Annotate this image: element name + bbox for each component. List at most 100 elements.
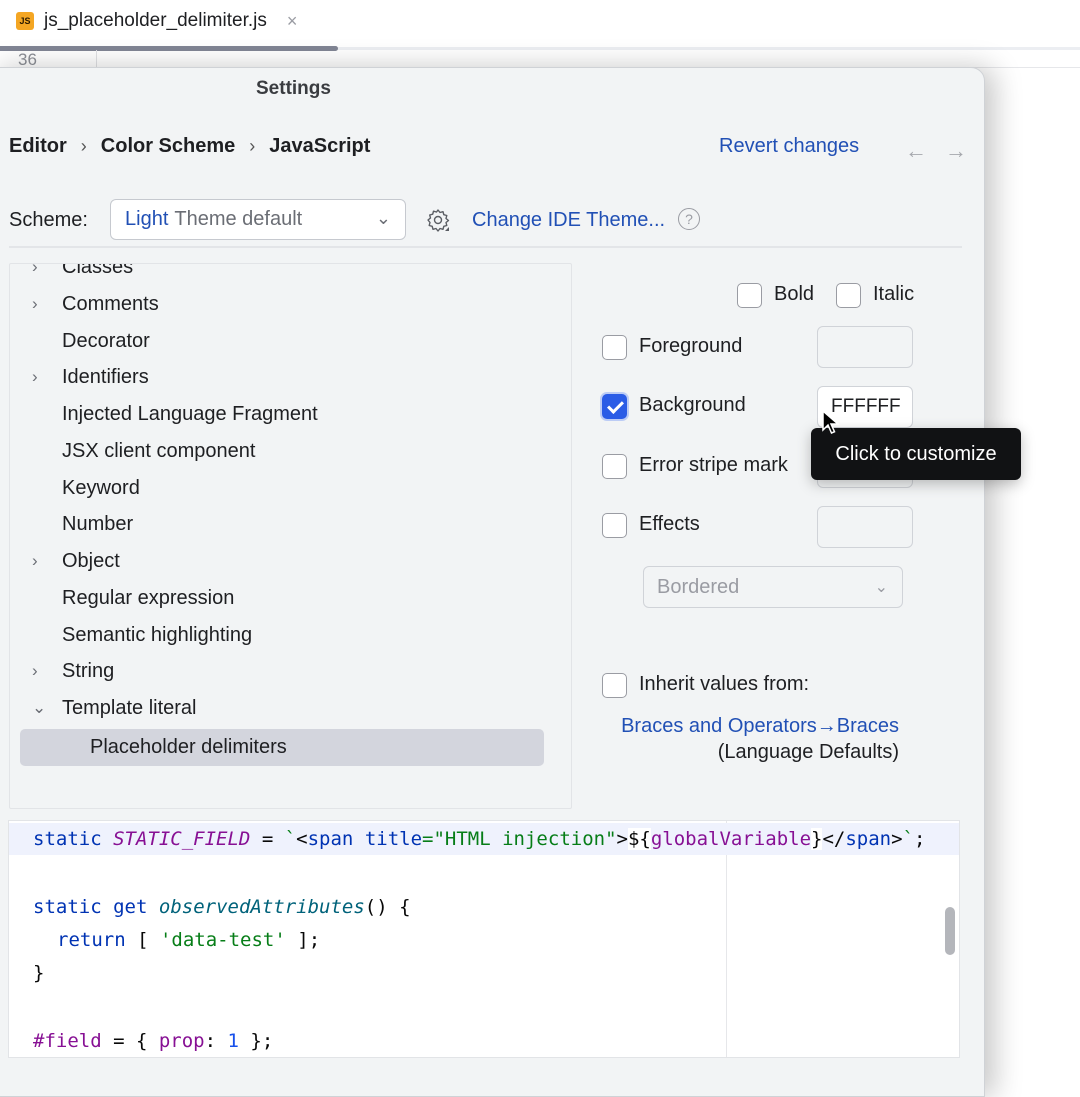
- code-token: static: [33, 828, 102, 850]
- tree-item-label: Comments: [62, 292, 159, 315]
- tree-item-label: Injected Language Fragment: [62, 402, 318, 425]
- code-token: span: [845, 828, 892, 850]
- editor-tab[interactable]: JS js_placeholder_delimiter.js ×: [16, 8, 297, 34]
- attribute-options-panel: Bold Italic Foreground Background FFFFFF…: [571, 263, 981, 823]
- gear-icon[interactable]: [425, 207, 451, 233]
- tree-item-comments[interactable]: › Comments: [10, 289, 571, 319]
- code-token: =: [250, 828, 285, 850]
- code-token: <: [296, 828, 308, 850]
- bold-label: Bold: [774, 283, 815, 305]
- tree-item-placeholder-delimiters[interactable]: Placeholder delimiters: [20, 729, 544, 766]
- code-token: "HTML injection": [433, 828, 617, 850]
- code-token: return: [57, 929, 126, 951]
- bold-checkbox[interactable]: [737, 283, 762, 308]
- code-line: static STATIC_FIELD = ` < span title = "HTML…: [9, 823, 959, 855]
- foreground-color-field[interactable]: [817, 326, 913, 368]
- code-token: STATIC_FIELD: [113, 828, 251, 850]
- error-stripe-label: Error stripe mark: [639, 454, 788, 476]
- tree-item-label: Classes: [62, 263, 134, 278]
- code-preview[interactable]: static STATIC_FIELD = ` < span title = "HTML…: [8, 820, 960, 1058]
- editor-tab-bar: JS js_placeholder_delimiter.js ×: [0, 0, 1080, 46]
- tree-item-keyword[interactable]: Keyword: [10, 473, 571, 503]
- tree-item-classes[interactable]: › Classes: [10, 263, 571, 282]
- code-line: return [ 'data-test' ];: [57, 924, 320, 956]
- inherit-label: Inherit values from:: [639, 673, 810, 695]
- code-token: >: [891, 828, 903, 850]
- breadcrumb: Editor › Color Scheme › JavaScript: [9, 135, 370, 158]
- chevron-down-icon[interactable]: ⌄: [32, 698, 46, 718]
- code-token: observedAttributes: [158, 896, 365, 918]
- code-token: ];: [285, 929, 321, 951]
- revert-changes-link[interactable]: Revert changes: [719, 135, 859, 158]
- chevron-right-icon[interactable]: ›: [32, 661, 38, 681]
- effects-checkbox[interactable]: [602, 513, 627, 538]
- code-token: };: [238, 1030, 274, 1052]
- code-line: #field = { prop: 1 };: [33, 1025, 273, 1057]
- tree-item-object[interactable]: › Object: [10, 546, 571, 576]
- code-token: globalVariable: [650, 828, 812, 850]
- effects-color-field[interactable]: [817, 506, 913, 548]
- inherit-source-note: (Language Defaults): [717, 741, 899, 763]
- back-arrow-icon[interactable]: ←: [905, 138, 927, 164]
- help-icon[interactable]: ?: [678, 208, 700, 230]
- tree-item-label: Object: [62, 549, 120, 572]
- background-checkbox[interactable]: [602, 394, 627, 419]
- foreground-label: Foreground: [639, 335, 743, 357]
- breadcrumb-separator: ›: [249, 136, 256, 156]
- tree-item-string[interactable]: › String: [10, 656, 571, 686]
- divider: [9, 246, 962, 248]
- chevron-right-icon[interactable]: ›: [32, 367, 38, 387]
- breadcrumb-editor[interactable]: Editor: [9, 135, 67, 158]
- code-token: () {: [364, 896, 411, 918]
- scheme-dropdown[interactable]: Light Theme default ⌄: [110, 199, 406, 240]
- tree-item-semantic-highlighting[interactable]: Semantic highlighting: [10, 620, 571, 650]
- tree-item-label: Identifiers: [62, 365, 149, 388]
- tree-item-identifiers[interactable]: › Identifiers: [10, 362, 571, 392]
- italic-label: Italic: [873, 283, 915, 305]
- tree-item-jsx-client-component[interactable]: JSX client component: [10, 436, 571, 466]
- tree-item-label: Decorator: [62, 329, 150, 352]
- code-token: =: [422, 828, 434, 850]
- chevron-right-icon[interactable]: ›: [32, 264, 38, 277]
- code-token: 'data-test': [159, 929, 286, 951]
- tree-item-regular-expression[interactable]: Regular expression: [10, 583, 571, 613]
- tree-item-decorator[interactable]: Decorator: [10, 326, 571, 356]
- tree-item-injected-language-fragment[interactable]: Injected Language Fragment: [10, 399, 571, 429]
- effects-type-value: Bordered: [657, 575, 740, 598]
- code-token: span: [307, 828, 354, 850]
- tree-item-template-literal[interactable]: ⌄ Template literal: [10, 693, 571, 723]
- italic-checkbox[interactable]: [836, 283, 861, 308]
- chevron-right-icon[interactable]: ›: [32, 551, 38, 571]
- code-token: prop: [158, 1030, 205, 1052]
- code-token: static: [33, 896, 102, 918]
- error-stripe-checkbox[interactable]: [602, 454, 627, 479]
- tree-item-label: Placeholder delimiters: [90, 736, 287, 758]
- background-label: Background: [639, 394, 746, 416]
- editor-background: [0, 50, 1080, 68]
- placeholder-delimiter: }: [811, 828, 823, 850]
- code-token: title: [364, 828, 423, 850]
- scheme-value: Theme default: [174, 208, 303, 230]
- chevron-down-icon: ⌄: [874, 579, 888, 596]
- tree-item-label: Keyword: [62, 476, 140, 499]
- code-token: 1: [227, 1030, 239, 1052]
- change-ide-theme-link[interactable]: Change IDE Theme...: [472, 209, 665, 232]
- tree-item-label: Regular expression: [62, 586, 235, 609]
- vertical-scrollbar[interactable]: [945, 907, 955, 955]
- inherit-source-link[interactable]: Braces and Operators→Braces: [621, 715, 899, 738]
- close-icon[interactable]: ×: [287, 11, 298, 32]
- chevron-right-icon[interactable]: ›: [32, 294, 38, 314]
- scheme-label: Scheme:: [9, 209, 88, 231]
- code-token: get: [113, 896, 148, 918]
- inherit-checkbox[interactable]: [602, 673, 627, 698]
- breadcrumb-javascript: JavaScript: [269, 135, 371, 157]
- code-token: = {: [101, 1030, 159, 1052]
- foreground-checkbox[interactable]: [602, 335, 627, 360]
- code-line: }: [33, 957, 44, 989]
- tab-title: js_placeholder_delimiter.js: [44, 10, 267, 31]
- tree-item-number[interactable]: Number: [10, 509, 571, 539]
- breadcrumb-color-scheme[interactable]: Color Scheme: [101, 135, 235, 158]
- forward-arrow-icon[interactable]: →: [945, 138, 967, 164]
- effects-type-dropdown[interactable]: Bordered ⌄: [643, 566, 903, 608]
- tree-item-label: String: [62, 659, 115, 682]
